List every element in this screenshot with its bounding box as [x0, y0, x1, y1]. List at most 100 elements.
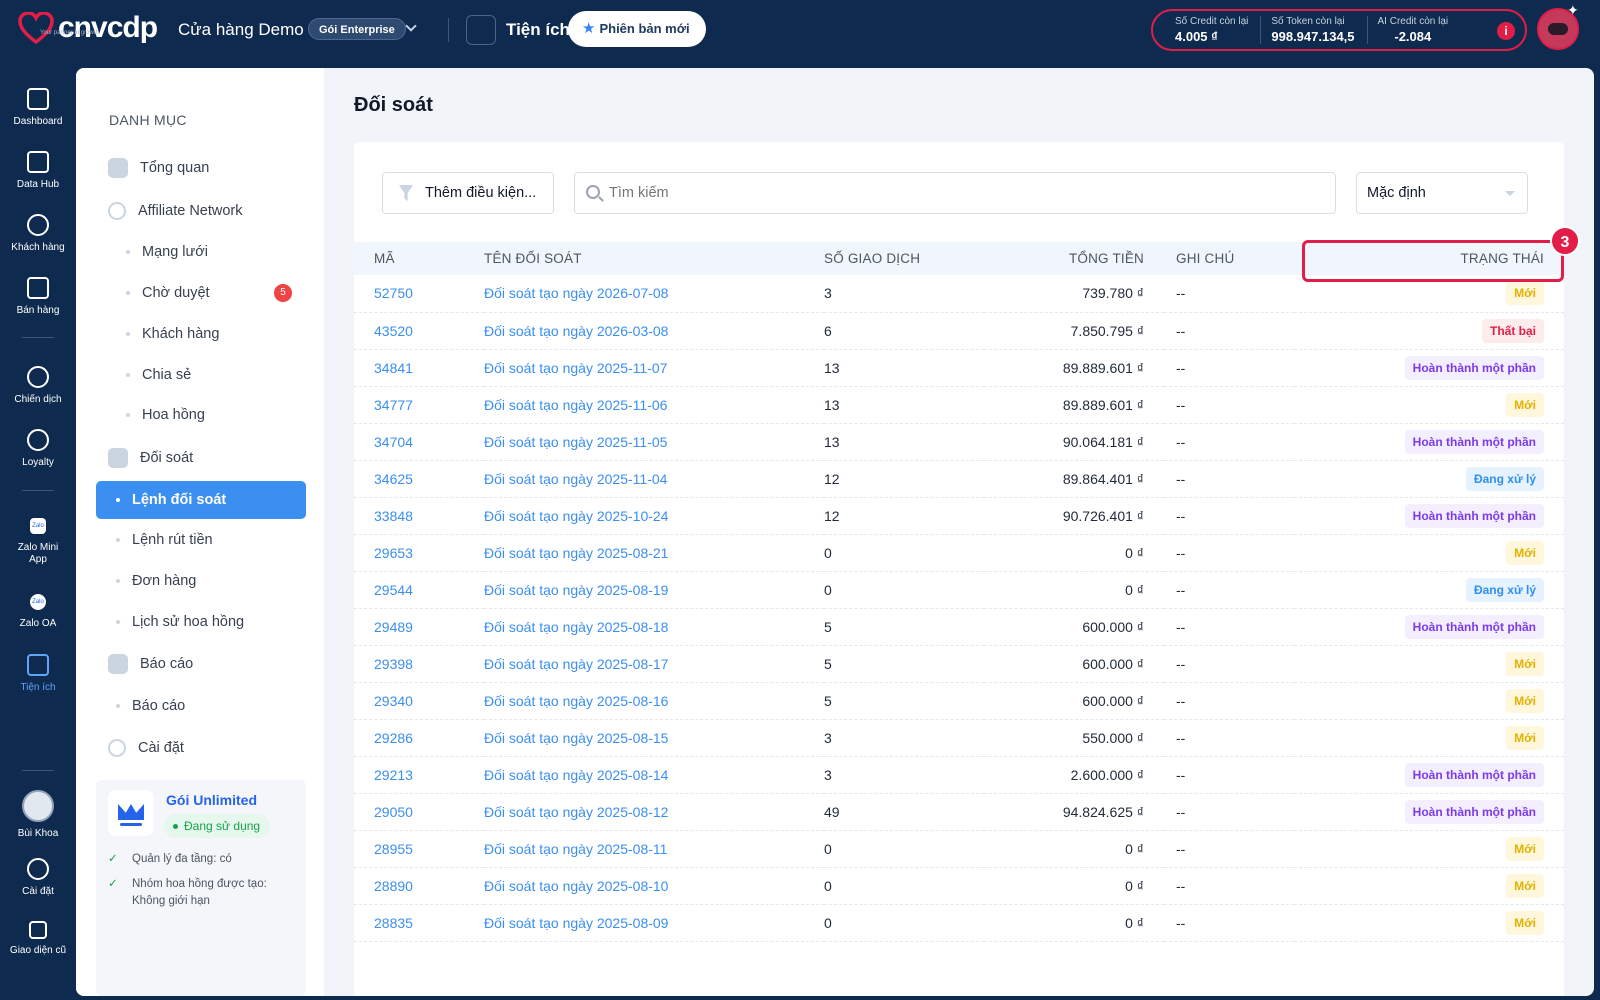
search-input[interactable]	[574, 172, 1336, 214]
table-row[interactable]: 29544 Đối soát tạo ngày 2025-08-19 0 0 ₫ -- Đ…	[354, 571, 1564, 609]
row-code[interactable]: 43520	[354, 312, 484, 350]
row-code[interactable]: 34625	[354, 460, 484, 498]
logo[interactable]: cnvcdp	[18, 12, 158, 44]
row-name[interactable]: Đối soát tạo ngày 2026-03-08	[484, 312, 824, 350]
table-row[interactable]: 43520 Đối soát tạo ngày 2026-03-08 6 7.850.…	[354, 312, 1564, 350]
row-code[interactable]: 29286	[354, 719, 484, 757]
sidebar-item-reconciliation[interactable]: Đối soát	[96, 439, 306, 477]
sort-select[interactable]: Mặc định	[1356, 172, 1528, 214]
row-code[interactable]: 29050	[354, 793, 484, 831]
sidebar-item-commission[interactable]: Hoa hồng	[96, 396, 306, 434]
rail-item-data-hub[interactable]: Data Hub	[0, 151, 76, 190]
rail-item-sales[interactable]: Bán hàng	[0, 277, 76, 316]
row-code[interactable]: 33848	[354, 497, 484, 535]
table-row[interactable]: 28955 Đối soát tạo ngày 2025-08-11 0 0 ₫ -- M…	[354, 830, 1564, 868]
row-name[interactable]: Đối soát tạo ngày 2025-08-11	[484, 830, 824, 868]
table-row[interactable]: 34841 Đối soát tạo ngày 2025-11-07 13 89.88…	[354, 349, 1564, 387]
row-code[interactable]: 28955	[354, 830, 484, 868]
row-name[interactable]: Đối soát tạo ngày 2025-08-21	[484, 534, 824, 572]
row-name[interactable]: Đối soát tạo ngày 2025-08-16	[484, 682, 824, 720]
rail-item-zalo-oa[interactable]: Zalo Zalo OA	[0, 594, 76, 629]
sidebar-item-orders[interactable]: Đơn hàng	[96, 562, 306, 600]
chevron-down-icon[interactable]	[405, 20, 417, 32]
sidebar-item-pending[interactable]: Chờ duyệt 5	[96, 274, 306, 312]
row-code[interactable]: 29489	[354, 608, 484, 646]
table-row[interactable]: 29286 Đối soát tạo ngày 2025-08-15 3 550.00…	[354, 719, 1564, 757]
credits-panel[interactable]: Số Credit còn lại 4.005 ₫ Số Token còn l…	[1151, 9, 1527, 51]
row-name[interactable]: Đối soát tạo ngày 2025-11-06	[484, 386, 824, 424]
row-name[interactable]: Đối soát tạo ngày 2025-11-04	[484, 460, 824, 498]
table-row[interactable]: 29653 Đối soát tạo ngày 2025-08-21 0 0 ₫ -- M…	[354, 534, 1564, 572]
sidebar-item-settings[interactable]: Cài đặt	[96, 729, 306, 767]
row-code[interactable]: 29213	[354, 756, 484, 794]
table-row[interactable]: 34777 Đối soát tạo ngày 2025-11-06 13 89.88…	[354, 386, 1564, 424]
sidebar-item-reconciliation-orders[interactable]: Lệnh đối soát	[96, 481, 306, 519]
row-code[interactable]: 34704	[354, 423, 484, 461]
table-row[interactable]: 28835 Đối soát tạo ngày 2025-08-09 0 0 ₫ -- M…	[354, 904, 1564, 942]
row-name[interactable]: Đối soát tạo ngày 2025-08-19	[484, 571, 824, 609]
column-header-name[interactable]: TÊN ĐỐI SOÁT	[484, 242, 824, 275]
sidebar-item-reports[interactable]: Báo cáo	[96, 687, 306, 725]
rail-item-campaigns[interactable]: Chiến dịch	[0, 366, 76, 405]
rail-item-user[interactable]: Bùi Khoa	[0, 790, 76, 839]
sidebar-item-customers[interactable]: Khách hàng	[96, 315, 306, 353]
column-header-code[interactable]: MÃ	[354, 242, 484, 275]
table-row[interactable]: 29398 Đối soát tạo ngày 2025-08-17 5 600.00…	[354, 645, 1564, 683]
rail-label: Giao diện cũ	[9, 945, 67, 956]
row-name[interactable]: Đối soát tạo ngày 2025-08-18	[484, 608, 824, 646]
rail-item-dashboard[interactable]: Dashboard	[0, 88, 76, 127]
store-name[interactable]: Cửa hàng Demo	[178, 20, 304, 40]
utilities-icon[interactable]	[466, 15, 496, 45]
rail-item-settings[interactable]: Cài đặt	[0, 858, 76, 897]
row-code[interactable]: 29398	[354, 645, 484, 683]
row-name[interactable]: Đối soát tạo ngày 2025-08-15	[484, 719, 824, 757]
table-row[interactable]: 29489 Đối soát tạo ngày 2025-08-18 5 600.00…	[354, 608, 1564, 646]
table-row[interactable]: 29213 Đối soát tạo ngày 2025-08-14 3 2.600.…	[354, 756, 1564, 794]
rail-item-loyalty[interactable]: Loyalty	[0, 429, 76, 468]
row-name[interactable]: Đối soát tạo ngày 2025-08-09	[484, 904, 824, 942]
rail-item-old-ui[interactable]: Giao diện cũ	[0, 921, 76, 956]
row-name[interactable]: Đối soát tạo ngày 2025-08-10	[484, 867, 824, 905]
rail-item-zalo-mini-app[interactable]: Zalo Zalo Mini App	[0, 518, 76, 566]
row-name[interactable]: Đối soát tạo ngày 2025-11-05	[484, 423, 824, 461]
sidebar-item-withdrawals[interactable]: Lệnh rút tiền	[96, 521, 306, 559]
row-code[interactable]: 28890	[354, 867, 484, 905]
row-code[interactable]: 29653	[354, 534, 484, 572]
column-header-total[interactable]: TỔNG TIỀN	[984, 242, 1164, 275]
row-code[interactable]: 52750	[354, 275, 484, 313]
table-row[interactable]: 29340 Đối soát tạo ngày 2025-08-16 5 600.00…	[354, 682, 1564, 720]
row-code[interactable]: 34777	[354, 386, 484, 424]
row-name[interactable]: Đối soát tạo ngày 2025-10-24	[484, 497, 824, 535]
table-row[interactable]: 34625 Đối soát tạo ngày 2025-11-04 12 89.86…	[354, 460, 1564, 498]
row-name[interactable]: Đối soát tạo ngày 2025-08-12	[484, 793, 824, 831]
sidebar-item-commission-history[interactable]: Lịch sử hoa hồng	[96, 603, 306, 641]
utilities-label[interactable]: Tiện ích	[506, 20, 570, 40]
sidebar-item-affiliate-network[interactable]: Affiliate Network	[96, 192, 306, 230]
row-code[interactable]: 29544	[354, 571, 484, 609]
sidebar-item-reports-group[interactable]: Báo cáo	[96, 645, 306, 683]
plan-pill[interactable]: Gói Enterprise	[308, 18, 406, 40]
plan-name[interactable]: Gói Unlimited	[166, 792, 257, 808]
sidebar-item-share[interactable]: Chia sẻ	[96, 356, 306, 394]
table-row[interactable]: 34704 Đối soát tạo ngày 2025-11-05 13 90.06…	[354, 423, 1564, 461]
rail-item-utilities[interactable]: Tiện ích	[0, 654, 76, 693]
row-status-cell: Mới	[1294, 645, 1564, 683]
info-icon[interactable]: i	[1497, 22, 1515, 40]
rail-item-customers[interactable]: Khách hàng	[0, 214, 76, 253]
row-code[interactable]: 29340	[354, 682, 484, 720]
row-name[interactable]: Đối soát tạo ngày 2025-08-17	[484, 645, 824, 683]
sidebar-item-network[interactable]: Mạng lưới	[96, 233, 306, 271]
column-header-note[interactable]: GHI CHÚ	[1164, 242, 1294, 275]
row-name[interactable]: Đối soát tạo ngày 2025-11-07	[484, 349, 824, 387]
table-row[interactable]: 33848 Đối soát tạo ngày 2025-10-24 12 90.72…	[354, 497, 1564, 535]
column-header-transactions[interactable]: SỐ GIAO DỊCH	[824, 242, 984, 275]
row-code[interactable]: 34841	[354, 349, 484, 387]
new-version-button[interactable]: ★ Phiên bản mới	[568, 11, 706, 47]
table-row[interactable]: 28890 Đối soát tạo ngày 2025-08-10 0 0 ₫ -- M…	[354, 867, 1564, 905]
row-code[interactable]: 28835	[354, 904, 484, 942]
add-filter-button[interactable]: Thêm điều kiện...	[382, 172, 554, 214]
sidebar-item-overview[interactable]: Tổng quan	[96, 149, 306, 187]
row-name[interactable]: Đối soát tạo ngày 2025-08-14	[484, 756, 824, 794]
row-name[interactable]: Đối soát tạo ngày 2026-07-08	[484, 275, 824, 313]
table-row[interactable]: 29050 Đối soát tạo ngày 2025-08-12 49 94.82…	[354, 793, 1564, 831]
